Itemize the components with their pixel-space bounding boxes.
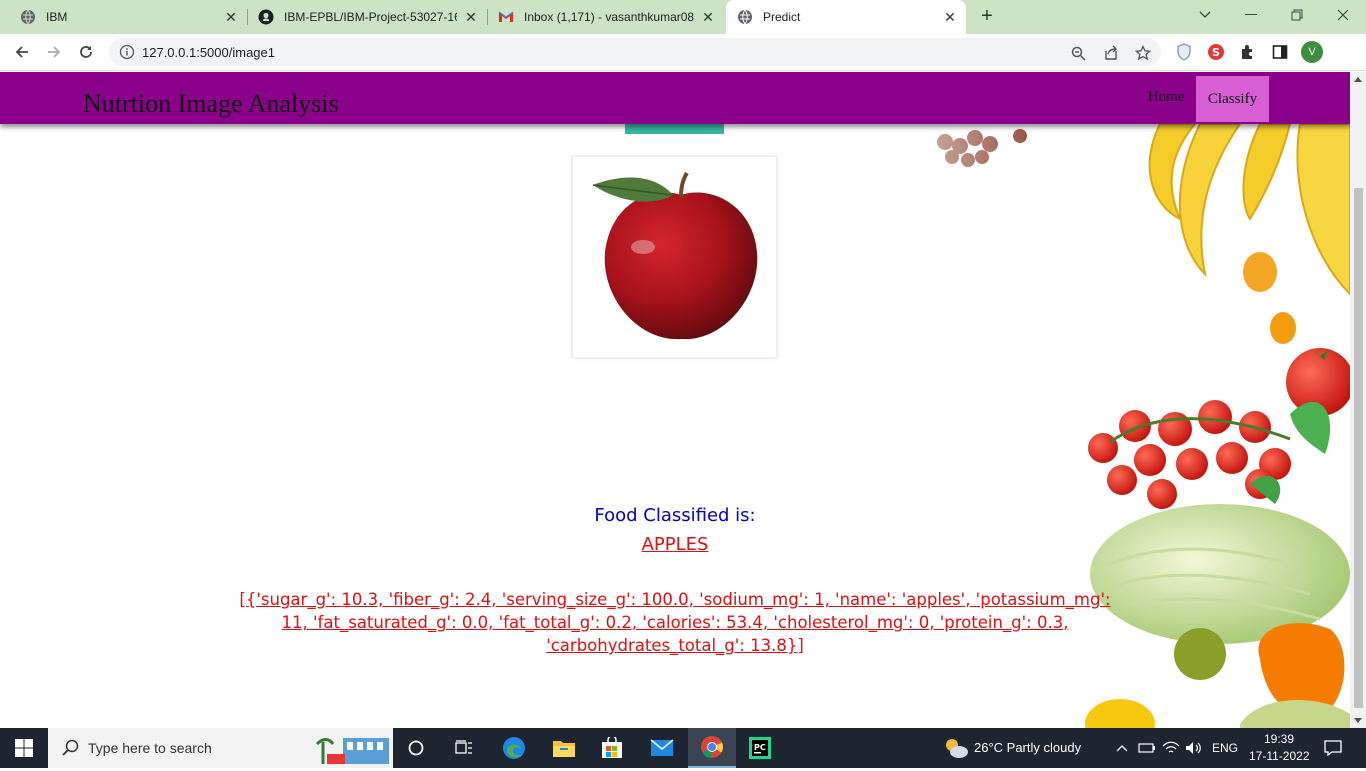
tray-chevron-up-icon[interactable] [1112,728,1132,768]
microsoft-store-icon[interactable] [594,728,630,768]
tab-search-icon[interactable] [1182,0,1228,30]
zoom-icon[interactable] [1069,44,1087,62]
address-bar[interactable]: 127.0.0.1:5000/image1 [109,38,1161,66]
nav-link-home[interactable]: Home [1137,72,1195,122]
page-scrollbar[interactable] [1350,72,1366,728]
tab-ibm[interactable]: IBM ✕ [0,0,247,34]
share-icon[interactable] [1102,44,1120,62]
gmail-icon [498,9,514,25]
windows-logo-icon [15,739,33,757]
close-window-button[interactable] [1320,0,1366,30]
teal-accent-bar [625,124,724,134]
pycharm-icon[interactable]: PC [744,728,776,768]
tab-title: IBM-EPBL/IBM-Project-53027-16 [284,10,457,24]
browser-tab-strip: IBM ✕ IBM-EPBL/IBM-Project-53027-16 ✕ In… [0,0,1366,34]
close-tab-icon[interactable]: ✕ [223,9,239,25]
search-icon [62,739,80,762]
svg-text:S: S [1212,46,1220,59]
mail-icon[interactable] [644,728,680,768]
apple-image [592,171,758,340]
scroll-up-arrow-icon[interactable] [1354,77,1362,82]
scroll-down-arrow-icon[interactable] [1354,718,1362,723]
weather-text[interactable]: 26°C Partly cloudy [974,740,1081,755]
close-tab-icon[interactable]: ✕ [700,9,716,25]
page-viewport: Nutrtion Image Analysis Home Classify Fo… [0,72,1350,728]
restore-button[interactable] [1274,0,1320,30]
tab-github[interactable]: IBM-EPBL/IBM-Project-53027-16 ✕ [248,0,487,34]
tab-title: Predict [763,10,801,24]
side-panel-icon[interactable] [1271,43,1289,61]
site-navbar: Nutrtion Image Analysis Home Classify [0,72,1350,124]
forward-button[interactable] [42,40,66,64]
classified-food-name: APPLES [641,534,709,555]
grammar-extension-icon[interactable]: S [1207,43,1225,61]
site-brand[interactable]: Nutrtion Image Analysis [83,89,339,119]
battery-icon[interactable] [1136,728,1158,768]
uploaded-food-image [572,156,777,358]
clock-time[interactable]: 19:39 [1264,732,1294,746]
tab-predict[interactable]: Predict ✕ [726,0,966,34]
globe-icon [737,9,753,25]
back-button[interactable] [10,40,34,64]
notifications-icon[interactable] [1318,728,1348,768]
volume-icon[interactable] [1183,728,1205,768]
file-explorer-icon[interactable] [546,728,582,768]
close-tab-icon[interactable]: ✕ [463,9,479,25]
github-icon [258,9,274,25]
clock-date[interactable]: 17-11-2022 [1249,749,1310,763]
globe-icon [20,9,36,25]
reload-button[interactable] [74,40,98,64]
shield-extension-icon[interactable] [1175,43,1193,61]
nutrition-info-text: [{'sugar_g': 10.3, 'fiber_g': 2.4, 'serv… [239,590,1111,655]
extensions-puzzle-icon[interactable] [1239,43,1257,61]
new-tab-button[interactable]: + [977,6,997,27]
cortana-icon[interactable] [400,728,432,768]
close-tab-icon[interactable]: ✕ [942,9,958,25]
language-indicator[interactable]: ENG [1212,741,1238,755]
minimize-button[interactable] [1228,0,1274,30]
taskbar-search-box[interactable]: Type here to search [48,728,393,768]
edge-browser-icon[interactable] [496,728,532,768]
browser-toolbar: 127.0.0.1:5000/image1 [0,34,1366,71]
scrollbar-thumb[interactable] [1354,188,1363,708]
bookmark-star-icon[interactable] [1134,44,1152,62]
search-placeholder: Type here to search [88,740,212,756]
chrome-taskbar-icon[interactable] [688,728,736,768]
tab-title: Inbox (1,171) - vasanthkumar081 [524,10,694,24]
weather-icon[interactable] [942,728,970,768]
task-view-icon[interactable] [448,728,480,768]
wifi-icon[interactable] [1160,728,1182,768]
site-info-icon[interactable] [119,44,135,60]
start-button[interactable] [0,728,48,768]
result-label: Food Classified is: [594,505,756,526]
search-highlight-icon [313,732,391,771]
tab-gmail[interactable]: Inbox (1,171) - vasanthkumar081 ✕ [488,0,724,34]
tab-title: IBM [46,10,68,24]
windows-taskbar: Type here to search PC 26°C Partly cloud… [0,728,1366,768]
profile-avatar[interactable]: V [1301,41,1323,63]
nav-link-classify[interactable]: Classify [1196,76,1269,122]
svg-text:PC: PC [754,743,766,752]
url-text[interactable]: 127.0.0.1:5000/image1 [142,45,275,60]
